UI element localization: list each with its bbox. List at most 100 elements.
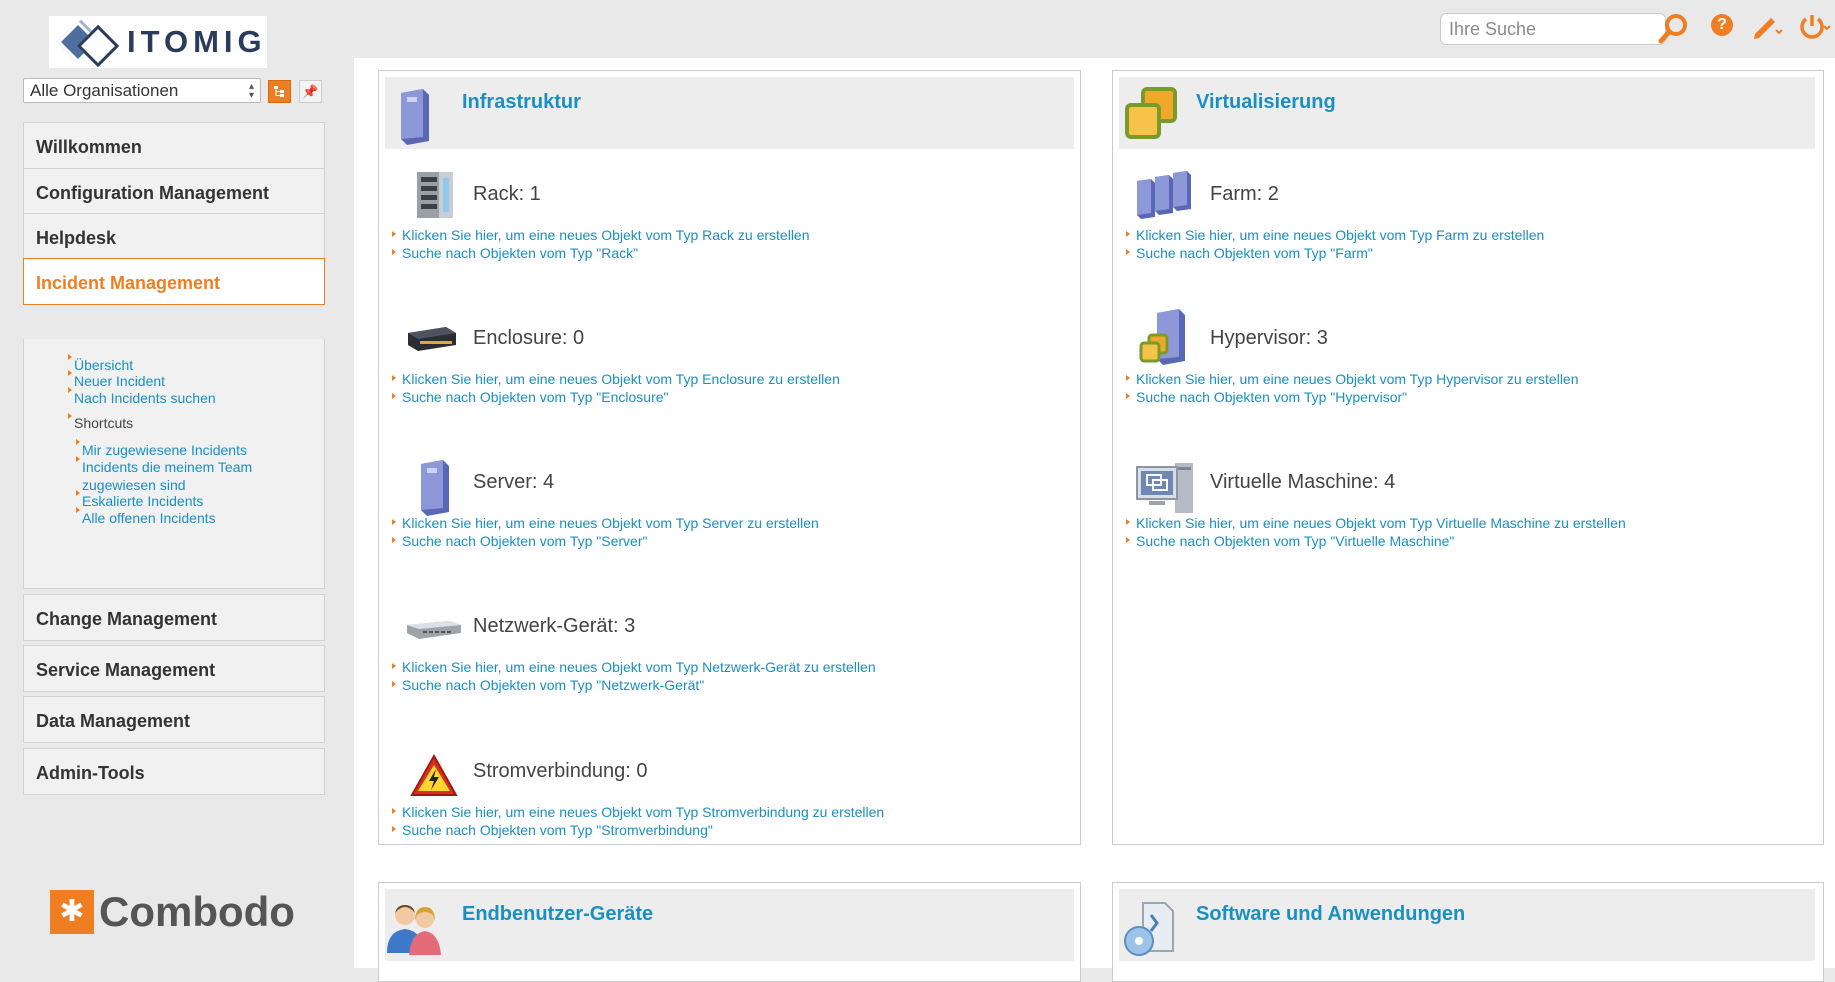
software-icon xyxy=(1124,902,1174,956)
create-virtuelle-maschine-link[interactable]: Klicken Sie hier, um eine neues Objekt v… xyxy=(1136,515,1626,531)
count-netzwerk-geraet: Netzwerk-Gerät: 3 xyxy=(473,615,636,637)
search-virtuelle-maschine-link[interactable]: Suche nach Objekten vom Typ "Virtuelle M… xyxy=(1136,533,1454,549)
combodo-wordmark: Combodo xyxy=(99,888,295,935)
menu-item-helpdesk[interactable]: Helpdesk xyxy=(23,213,325,260)
edit-icon[interactable] xyxy=(1751,12,1783,40)
create-hypervisor-link[interactable]: Klicken Sie hier, um eine neues Objekt v… xyxy=(1136,371,1579,387)
sidebar: ITOMIG Alle Organisationen ▴ ▾ 📌 Willkomm… xyxy=(0,0,354,968)
search-farm-link[interactable]: Suche nach Objekten vom Typ "Farm" xyxy=(1136,245,1373,261)
dashlet-title[interactable]: Endbenutzer-Geräte xyxy=(462,903,653,926)
submenu-link-neuer-incident[interactable]: Neuer Incident xyxy=(74,372,165,390)
select-caret-icon: ▴ ▾ xyxy=(248,81,254,101)
search-netzwerk-geraet-link[interactable]: Suche nach Objekten vom Typ "Netzwerk-Ge… xyxy=(402,677,704,693)
bullet-icon xyxy=(76,456,80,462)
dashlet-title[interactable]: Virtualisierung xyxy=(1196,91,1336,114)
menu-item-configuration-management[interactable]: Configuration Management xyxy=(23,168,325,215)
menu-item-admin-tools[interactable]: Admin-Tools xyxy=(23,748,325,795)
global-search-input[interactable] xyxy=(1440,13,1666,45)
create-enclosure-link[interactable]: Klicken Sie hier, um eine neues Objekt v… xyxy=(402,371,840,387)
bullet-icon xyxy=(392,249,396,255)
shortcuts-label: Shortcuts xyxy=(74,415,134,431)
shortcut-link-eskalierte[interactable]: Eskalierte Incidents xyxy=(82,492,203,510)
search-rack-link[interactable]: Suche nach Objekten vom Typ "Rack" xyxy=(402,245,638,261)
dashlet-title[interactable]: Software und Anwendungen xyxy=(1196,903,1465,926)
logo-text: ITOMIG xyxy=(127,24,267,59)
bullet-icon xyxy=(1126,519,1130,525)
count-stromverbindung: Stromverbindung: 0 xyxy=(473,760,648,782)
bullet-icon xyxy=(68,354,72,360)
create-server-link[interactable]: Klicken Sie hier, um eine neues Objekt v… xyxy=(402,515,819,531)
bullet-icon xyxy=(392,808,396,814)
itomig-logo[interactable]: ITOMIG xyxy=(49,16,267,68)
farm-icon xyxy=(1137,171,1191,219)
power-icon[interactable] xyxy=(1798,12,1832,40)
bullet-icon xyxy=(76,507,80,513)
shortcut-link-mir-zugewiesene[interactable]: Mir zugewiesene Incidents xyxy=(82,441,247,459)
shortcut-link-alle-offenen[interactable]: Alle offenen Incidents xyxy=(82,509,216,527)
rack-icon xyxy=(417,172,453,218)
menu-item-service-management[interactable]: Service Management xyxy=(23,645,325,692)
count-farm: Farm: 2 xyxy=(1210,183,1279,205)
help-icon[interactable]: ? xyxy=(1711,14,1733,36)
bullet-icon xyxy=(1126,537,1130,543)
bullet-icon xyxy=(392,826,396,832)
bullet-icon xyxy=(1126,249,1130,255)
dashlet-infrastruktur: Infrastruktur Rack: 1 Klicken Sie hier, … xyxy=(378,70,1081,845)
bullet-icon xyxy=(392,537,396,543)
network-device-icon xyxy=(407,621,461,639)
virtual-machine-icon xyxy=(1136,463,1193,513)
create-netzwerk-geraet-link[interactable]: Klicken Sie hier, um eine neues Objekt v… xyxy=(402,659,876,675)
bullet-icon xyxy=(1126,375,1130,381)
menu-item-data-management[interactable]: Data Management xyxy=(23,696,325,743)
count-virtuelle-maschine: Virtuelle Maschine: 4 xyxy=(1210,471,1396,493)
incident-submenu: Übersicht Neuer Incident Nach Incidents … xyxy=(23,339,325,589)
dashlet-header: Endbenutzer-Geräte xyxy=(385,889,1074,961)
bullet-icon xyxy=(68,413,72,419)
dashlet-virtualisierung: Virtualisierung Farm: 2 Klicken Sie hier… xyxy=(1112,70,1824,845)
dashlet-header: Infrastruktur xyxy=(385,77,1074,149)
organization-select-value: Alle Organisationen xyxy=(30,81,179,100)
dashlet-title[interactable]: Infrastruktur xyxy=(462,91,581,114)
dashboard: Infrastruktur Rack: 1 Klicken Sie hier, … xyxy=(354,58,1835,982)
search-stromverbindung-link[interactable]: Suche nach Objekten vom Typ "Stromverbin… xyxy=(402,822,713,838)
bullet-icon xyxy=(1126,393,1130,399)
bullet-icon xyxy=(392,393,396,399)
search-enclosure-link[interactable]: Suche nach Objekten vom Typ "Enclosure" xyxy=(402,389,669,405)
create-farm-link[interactable]: Klicken Sie hier, um eine neues Objekt v… xyxy=(1136,227,1544,243)
pin-menu-button[interactable]: 📌 xyxy=(299,80,322,103)
search-server-link[interactable]: Suche nach Objekten vom Typ "Server" xyxy=(402,533,647,549)
create-stromverbindung-link[interactable]: Klicken Sie hier, um eine neues Objekt v… xyxy=(402,804,884,820)
server-icon xyxy=(401,89,429,145)
bullet-icon xyxy=(392,375,396,381)
bullet-icon xyxy=(76,490,80,496)
count-server: Server: 4 xyxy=(473,471,555,493)
create-rack-link[interactable]: Klicken Sie hier, um eine neues Objekt v… xyxy=(402,227,810,243)
menu-item-change-management[interactable]: Change Management xyxy=(23,594,325,641)
bullet-icon xyxy=(392,681,396,687)
pin-icon: 📌 xyxy=(302,84,319,99)
dashlet-header: Software und Anwendungen xyxy=(1119,889,1815,961)
shortcut-link-team-zugewiesen[interactable]: Incidents die meinem Team zugewiesen sin… xyxy=(82,458,272,494)
menu-item-willkommen[interactable]: Willkommen xyxy=(23,122,325,169)
organization-select[interactable]: Alle Organisationen ▴ ▾ xyxy=(23,78,261,103)
dashlet-endbenutzer-geraete: Endbenutzer-Geräte xyxy=(378,882,1081,982)
bullet-icon xyxy=(68,387,72,393)
bullet-icon xyxy=(68,370,72,376)
org-tree-button[interactable] xyxy=(268,80,291,103)
count-enclosure: Enclosure: 0 xyxy=(473,327,585,349)
bullet-icon xyxy=(76,439,80,445)
count-rack: Rack: 1 xyxy=(473,183,541,205)
search-hypervisor-link[interactable]: Suche nach Objekten vom Typ "Hypervisor" xyxy=(1136,389,1407,405)
menu-item-incident-management[interactable]: Incident Management xyxy=(23,258,325,305)
count-hypervisor: Hypervisor: 3 xyxy=(1210,327,1328,349)
bullet-icon xyxy=(1126,231,1130,237)
combodo-mark-icon: ✱ xyxy=(50,890,94,934)
submenu-link-nach-incidents-suchen[interactable]: Nach Incidents suchen xyxy=(74,389,216,407)
search-icon[interactable] xyxy=(1657,11,1691,45)
logo-mark-icon xyxy=(55,19,120,71)
power-connection-icon xyxy=(410,753,458,796)
server-icon xyxy=(421,460,449,516)
dashlet-header: Virtualisierung xyxy=(1119,77,1815,149)
users-icon xyxy=(387,905,441,955)
enclosure-icon xyxy=(408,327,456,351)
